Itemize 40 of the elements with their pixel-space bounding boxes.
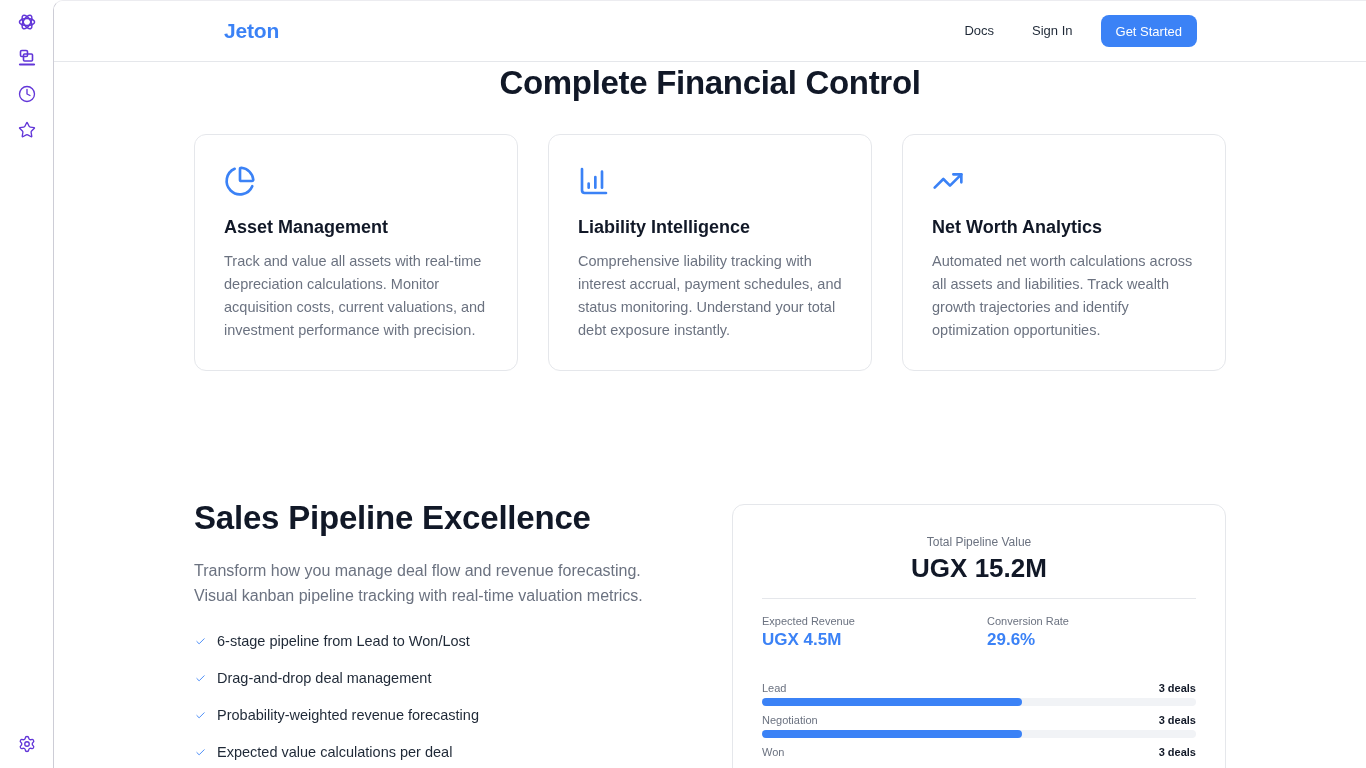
deal-count: 3 deals bbox=[1158, 681, 1196, 695]
deal-count: 3 deals bbox=[1158, 713, 1196, 727]
card-description: Track and value all assets with real-time depreciation calculations. Monitor acquisition costs, current valuations, and investment performance with precision. bbox=[224, 252, 487, 340]
feature-text: Drag-and-drop deal management bbox=[217, 669, 432, 688]
stage-name: Won bbox=[762, 745, 785, 759]
card-title: Liability Intelligence bbox=[578, 216, 751, 239]
computer-icon[interactable] bbox=[17, 49, 36, 67]
card-title: Asset Management bbox=[224, 216, 389, 239]
deal-count: 3 deals bbox=[1158, 745, 1196, 759]
check-icon bbox=[195, 673, 206, 684]
nav-link[interactable]: Docs bbox=[954, 21, 1005, 41]
card-description: Automated net worth calculations across all assets and liabilities. Track wealth growth trajectories and identify optimization opportunities. bbox=[932, 252, 1194, 340]
metric-label: Conversion Rate bbox=[987, 614, 1069, 628]
section-description: Transform how you manage deal flow and revenue forecasting. Visual kanban pipeline tracking with real-time valuation metrics. bbox=[194, 561, 644, 606]
clock-icon[interactable] bbox=[17, 85, 36, 103]
nav-link[interactable]: Sign In bbox=[1022, 21, 1083, 41]
settings-icon[interactable] bbox=[17, 735, 36, 753]
section-heading: Complete Financial Control bbox=[498, 63, 922, 103]
total-value: UGX 15.2M bbox=[911, 552, 1047, 584]
logo[interactable]: Jeton bbox=[224, 19, 279, 43]
bar-chart-icon bbox=[578, 165, 610, 197]
feature-text: 6-stage pipeline from Lead to Won/Lost bbox=[217, 632, 470, 651]
check-icon bbox=[195, 747, 206, 758]
card-title: Net Worth Analytics bbox=[932, 216, 1103, 239]
feature-text: Probability-weighted revenue forecasting bbox=[217, 706, 479, 725]
section-title: Sales Pipeline Excellence bbox=[194, 498, 592, 538]
get-started-button[interactable]: Get Started bbox=[1100, 15, 1197, 47]
check-icon bbox=[195, 710, 206, 721]
knot-icon[interactable] bbox=[17, 13, 36, 31]
total-label: Total Pipeline Value bbox=[926, 534, 1032, 550]
metric-value: 29.6% bbox=[987, 629, 1036, 651]
star-icon[interactable] bbox=[17, 121, 36, 139]
card-description: Comprehensive liability tracking with interest accrual, payment schedules, and status monitoring. Understand your total debt exposure instantly. bbox=[578, 252, 842, 340]
metric-value: UGX 4.5M bbox=[762, 629, 842, 651]
pie-chart-icon bbox=[224, 165, 256, 197]
feature-text: Expected value calculations per deal bbox=[217, 743, 453, 762]
check-icon bbox=[195, 636, 206, 647]
stage-name: Lead bbox=[762, 681, 787, 695]
metric-label: Expected Revenue bbox=[762, 614, 855, 628]
stage-name: Negotiation bbox=[762, 713, 818, 727]
